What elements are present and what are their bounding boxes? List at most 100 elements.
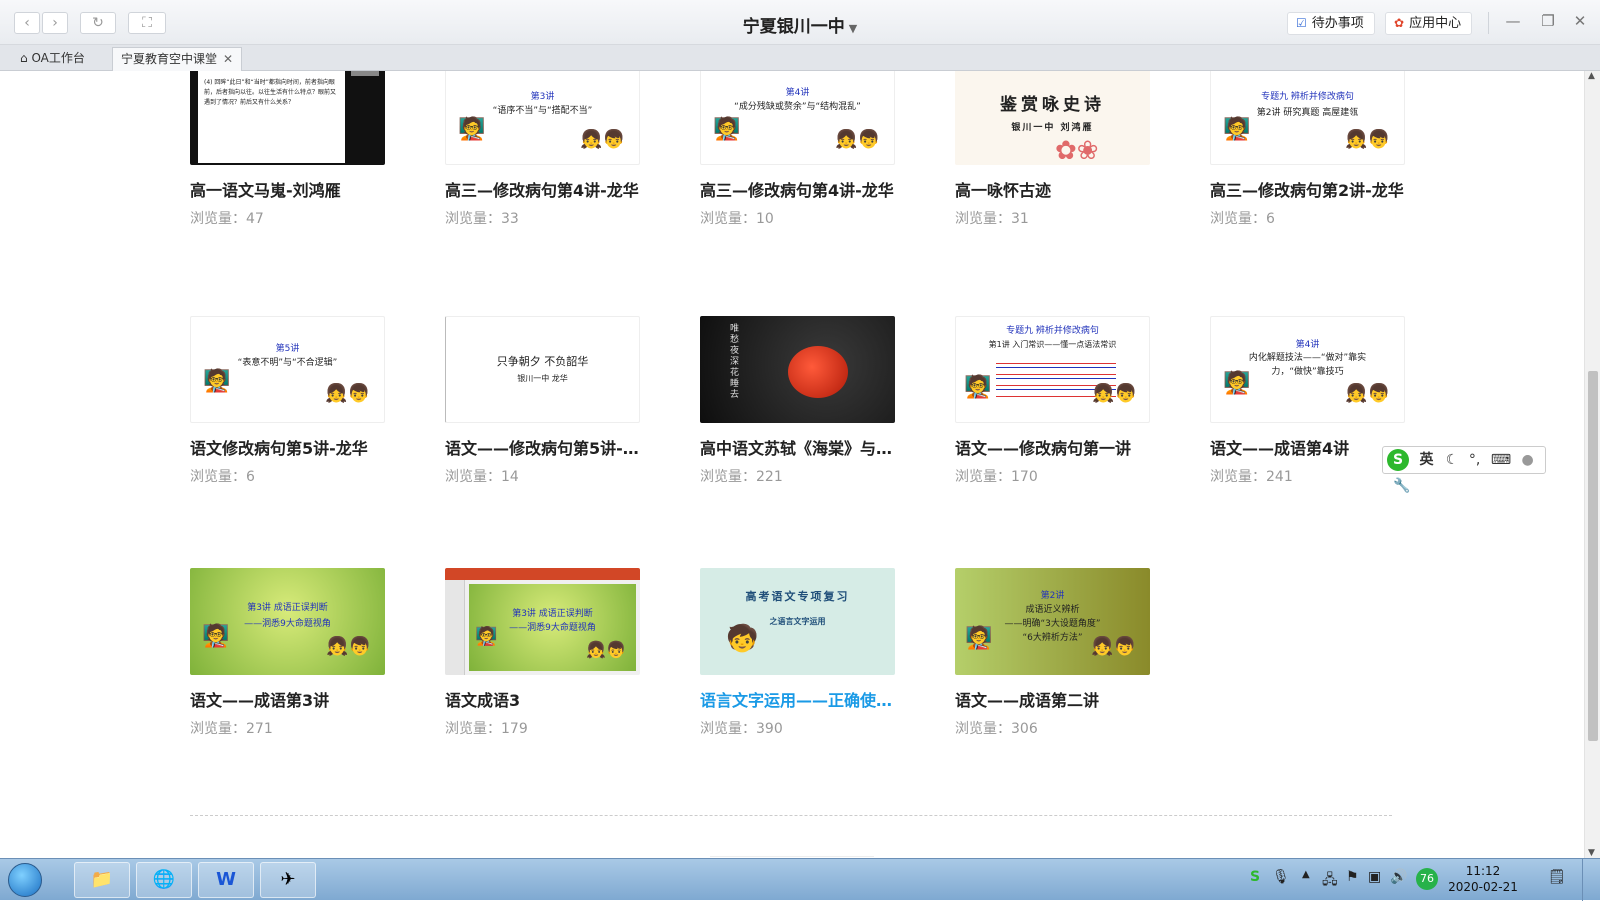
browser-icon[interactable]: 🌐	[136, 862, 192, 898]
thumbnail[interactable]: 第2讲 成语近义辨析 ——明确“3大设题角度” “6大辨析方法” 🧑‍🏫 👧👦	[955, 568, 1150, 675]
teacher-figure-icon: 🧑‍🏫	[202, 624, 230, 649]
punctuation-icon[interactable]: °,	[1469, 452, 1480, 468]
card-title[interactable]: 语文成语3	[445, 687, 641, 711]
pagination-line	[710, 856, 874, 857]
course-card[interactable]: 第3讲 “语序不当”与“搭配不当” 🧑‍🏫 👧👦 高三—修改病句第4讲-龙华 浏…	[445, 71, 640, 228]
course-card[interactable]: 第5讲 “表意不明”与“不合逻辑” 🧑‍🏫 👧👦 语文修改病句第5讲-龙华 浏览…	[190, 316, 385, 486]
todo-button[interactable]: ☑ 待办事项	[1287, 12, 1375, 35]
course-card[interactable]: 高考语文专项复习 之语言文字运用 🧒 语言文字运用——正确使用词语 浏览量：39…	[700, 568, 896, 738]
students-figure-icon: 👧👦	[325, 383, 370, 404]
thumbnail[interactable]: 第4讲 “成分残缺或赘余”与“结构混乱” 🧑‍🏫 👧👦	[700, 71, 895, 165]
course-card[interactable]: 第4讲 “成分残缺或赘余”与“结构混乱” 🧑‍🏫 👧👦 高三—修改病句第4讲-龙…	[700, 71, 895, 228]
app-center-button[interactable]: ✿ 应用中心	[1385, 12, 1473, 35]
tab-oa-workbench[interactable]: ⌂ OA工作台	[12, 47, 93, 71]
course-card[interactable]: 第3讲 成语正误判断 ——洞悉9大命题视角 🧑‍🏫 👧👦 语文——成语第3讲 浏…	[190, 568, 385, 738]
tab-air-classroom[interactable]: 宁夏教育空中课堂 ✕	[112, 47, 243, 71]
thumbnail[interactable]: 第5讲 “表意不明”与“不合逻辑” 🧑‍🏫 👧👦	[190, 316, 385, 423]
network-icon[interactable]: 🖧	[1322, 869, 1338, 893]
forward-icon[interactable]: ›	[42, 12, 68, 34]
card-title[interactable]: 高三—修改病句第2讲-龙华	[1210, 177, 1406, 201]
user-icon[interactable]: ●	[1522, 452, 1534, 468]
wps-icon[interactable]: W	[198, 862, 254, 898]
teacher-figure-icon: 🧑‍🏫	[964, 375, 992, 400]
close-icon[interactable]: ✕	[1570, 12, 1590, 30]
card-title[interactable]: 语文——成语第3讲	[190, 687, 386, 711]
restore-icon[interactable]: ❐	[1538, 12, 1558, 30]
teacher-figure-icon: 🧑‍🏫	[713, 117, 741, 142]
card-title[interactable]: 语文——成语第二讲	[955, 687, 1151, 711]
display-icon[interactable]: ▣	[1368, 869, 1381, 885]
course-card[interactable]: 鉴赏咏史诗 银川一中 刘鸿雁 ✿❀ 高一咏怀古迹 浏览量：31	[955, 71, 1150, 228]
scroll-up-icon[interactable]: ▲	[1588, 71, 1595, 81]
show-desktop-button[interactable]	[1582, 859, 1600, 901]
course-card[interactable]: 第2讲 成语近义辨析 ——明确“3大设题角度” “6大辨析方法” 🧑‍🏫 👧👦 …	[955, 568, 1150, 738]
sogou-tray-icon[interactable]: S	[1250, 869, 1260, 885]
microphone-icon[interactable]: 🎙	[1272, 869, 1290, 885]
thumbnail[interactable]: 唯愁夜深花睡去	[700, 316, 895, 423]
refresh-icon[interactable]: ↻	[80, 12, 116, 34]
scrollbar-thumb[interactable]	[1588, 371, 1598, 741]
course-card[interactable]: 专题九 辨析并修改病句 第2讲 研究真题 高屋建瓴 🧑‍🏫 👧👦 高三—修改病句…	[1210, 71, 1405, 228]
thumbnail[interactable]: 专题九 辨析并修改病句 第1讲 入门常识——懂一点语法常识 🧑‍🏫 👧👦	[955, 316, 1150, 423]
slide-text: (4) 回眸“此日”和“当时”都指向时间，前者指向眼前，后者指向以往。以往生活有…	[198, 71, 345, 163]
tab-bar: ⌂ OA工作台 宁夏教育空中课堂 ✕	[0, 45, 1600, 71]
students-figure-icon: 👧👦	[1092, 383, 1137, 404]
thumbnail[interactable]: (4) 回眸“此日”和“当时”都指向时间，前者指向眼前，后者指向以往。以往生活有…	[190, 71, 385, 165]
flag-icon[interactable]: ⚑	[1346, 869, 1359, 885]
card-title[interactable]: 高中语文苏轼《海棠》与咏花诗	[700, 435, 896, 459]
file-explorer-icon[interactable]: 📁	[74, 862, 130, 898]
fullscreen-icon[interactable]: ⛶	[128, 12, 166, 34]
card-title[interactable]: 语文——修改病句第一讲	[955, 435, 1151, 459]
minimize-icon[interactable]: —	[1503, 12, 1523, 30]
course-card[interactable]: 唯愁夜深花睡去 高中语文苏轼《海棠》与咏花诗 浏览量：221	[700, 316, 896, 486]
teacher-figure-icon: 🧑‍🏫	[475, 626, 498, 647]
card-title[interactable]: 语文——成语第4讲	[1210, 435, 1406, 459]
card-title[interactable]: 高一语文马嵬-刘鸿雁	[190, 177, 386, 201]
teacher-figure-icon: 🧑‍🏫	[1223, 117, 1251, 142]
thumbnail[interactable]: 第3讲 成语正误判断 ——洞悉9大命题视角 🧑‍🏫 👧👦	[445, 568, 640, 675]
thumbnail[interactable]: 第4讲 内化解题技法——“做对”靠实力，“做快”靠技巧 🧑‍🏫 👧👦	[1210, 316, 1405, 423]
thumbnail[interactable]: 鉴赏咏史诗 银川一中 刘鸿雁 ✿❀	[955, 71, 1150, 165]
clock[interactable]: 11:12 2020-02-21	[1440, 863, 1526, 895]
course-card[interactable]: 第3讲 成语正误判断 ——洞悉9大命题视角 🧑‍🏫 👧👦 语文成语3 浏览量：1…	[445, 568, 640, 738]
teacher-figure-icon: 🧑‍🏫	[965, 626, 993, 651]
view-count: 浏览量：241	[1210, 469, 1293, 485]
thumbnail[interactable]: 高考语文专项复习 之语言文字运用 🧒	[700, 568, 895, 675]
tray-expand-icon[interactable]: ▲	[1302, 869, 1310, 880]
moon-icon[interactable]: ☾	[1446, 452, 1459, 468]
view-count: 浏览量：6	[190, 469, 255, 485]
window-title[interactable]: 宁夏银川一中 ▼	[690, 12, 910, 37]
tab-close-icon[interactable]: ✕	[223, 52, 233, 66]
card-title[interactable]: 高三—修改病句第4讲-龙华	[700, 177, 896, 201]
teacher-figure-icon: 🧑‍🏫	[203, 369, 231, 394]
chevron-down-icon: ▼	[848, 22, 858, 35]
card-title[interactable]: 高一咏怀古迹	[955, 177, 1151, 201]
start-button[interactable]	[8, 863, 42, 897]
volume-icon[interactable]: 🔊	[1390, 869, 1407, 885]
thumbnail[interactable]: 第3讲 “语序不当”与“搭配不当” 🧑‍🏫 👧👦	[445, 71, 640, 165]
scrollbar[interactable]: ▲ ▼	[1584, 71, 1600, 858]
thumbnail[interactable]: 只争朝夕 不负韶华 银川一中 龙华	[445, 316, 640, 423]
ime-toolbar[interactable]: S 英 ☾ °, ⌨ ● 🔧	[1382, 446, 1546, 494]
card-title[interactable]: 语文——修改病句第5讲-龙华	[445, 435, 641, 459]
back-icon[interactable]: ‹	[14, 12, 40, 34]
course-card[interactable]: 专题九 辨析并修改病句 第1讲 入门常识——懂一点语法常识 🧑‍🏫 👧👦 语文—…	[955, 316, 1150, 486]
card-title[interactable]: 高三—修改病句第4讲-龙华	[445, 177, 641, 201]
view-count: 浏览量：47	[190, 211, 264, 227]
wrench-icon[interactable]: 🔧	[1393, 478, 1410, 494]
view-count: 浏览量：221	[700, 469, 783, 485]
course-card[interactable]: 只争朝夕 不负韶华 银川一中 龙华 语文——修改病句第5讲-龙华 浏览量：14	[445, 316, 641, 486]
card-title[interactable]: 语文修改病句第5讲-龙华	[190, 435, 386, 459]
card-title[interactable]: 语言文字运用——正确使用词语	[700, 687, 896, 711]
notification-icon[interactable]: 🗒	[1548, 869, 1566, 885]
thumbnail[interactable]: 专题九 辨析并修改病句 第2讲 研究真题 高屋建瓴 🧑‍🏫 👧👦	[1210, 71, 1405, 165]
ime-mode[interactable]: 英	[1419, 452, 1433, 468]
course-card[interactable]: (4) 回眸“此日”和“当时”都指向时间，前者指向眼前，后者指向以往。以往生活有…	[190, 71, 385, 228]
messenger-icon[interactable]: ✈	[260, 862, 316, 898]
battery-badge[interactable]: 76	[1416, 868, 1438, 890]
thumbnail[interactable]: 第3讲 成语正误判断 ——洞悉9大命题视角 🧑‍🏫 👧👦	[190, 568, 385, 675]
scroll-down-icon[interactable]: ▼	[1588, 848, 1595, 858]
flower-icon: ✿❀	[1055, 136, 1099, 165]
keyboard-icon[interactable]: ⌨	[1491, 452, 1511, 468]
course-card[interactable]: 第4讲 内化解题技法——“做对”靠实力，“做快”靠技巧 🧑‍🏫 👧👦 语文——成…	[1210, 316, 1405, 486]
